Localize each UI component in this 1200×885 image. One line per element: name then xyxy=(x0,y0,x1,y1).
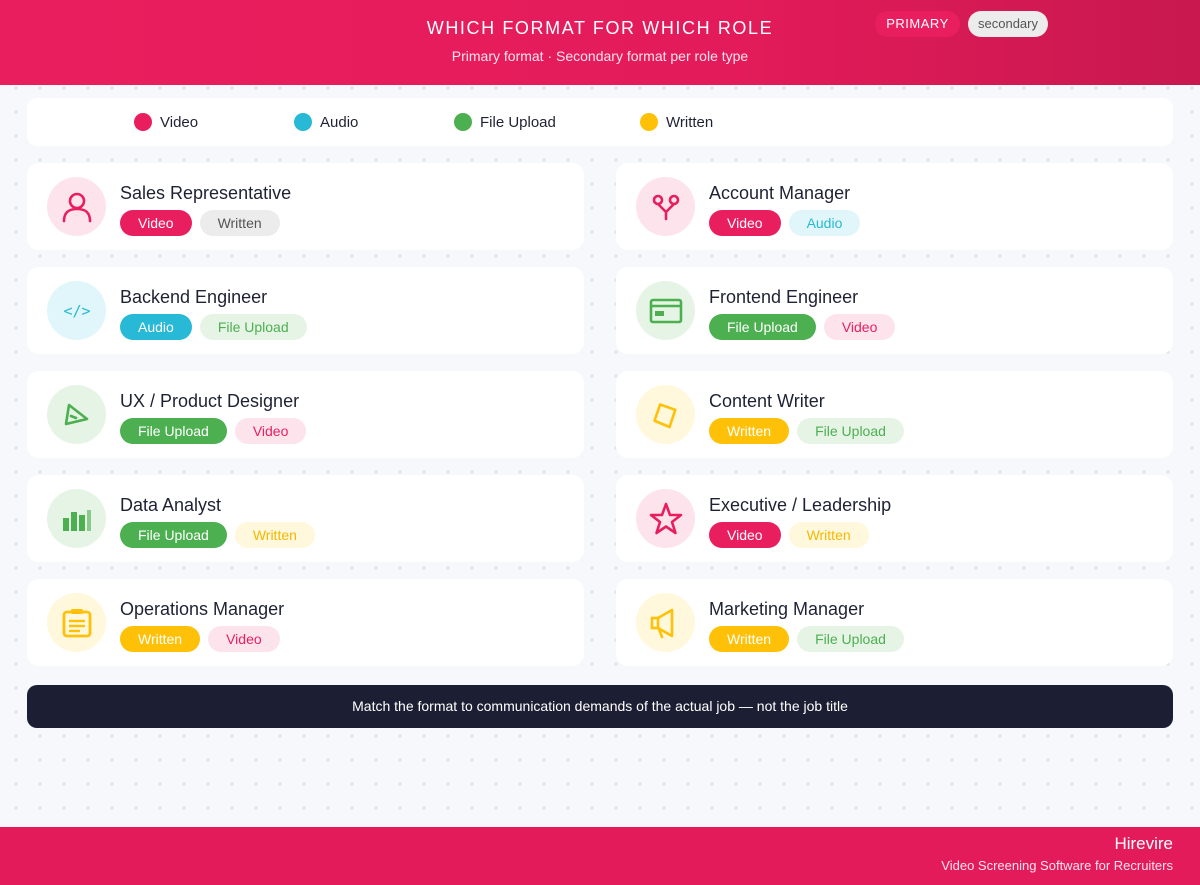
format-tags: Written File Upload xyxy=(709,418,912,444)
secondary-format-tag: File Upload xyxy=(199,314,307,340)
format-tags: Written Video xyxy=(120,626,288,652)
role-name: Account Manager xyxy=(709,183,851,203)
primary-format-tag: File Upload xyxy=(120,418,227,444)
role-name: Content Writer xyxy=(709,391,825,411)
file-upload-dot-icon xyxy=(454,113,472,131)
bar-chart-icon xyxy=(47,489,106,548)
legend-label: Written xyxy=(666,113,714,131)
star-icon xyxy=(636,489,695,548)
primary-format-tag: Audio xyxy=(120,314,192,340)
primary-format-tag: Video xyxy=(709,522,781,548)
code-icon: </> xyxy=(47,281,106,340)
format-tags: Video Written xyxy=(120,210,288,236)
secondary-format-tag: Written xyxy=(199,210,280,236)
role-name: Sales Representative xyxy=(120,183,292,203)
format-tags: Written File Upload xyxy=(709,626,912,652)
role-name: Operations Manager xyxy=(120,599,285,619)
role-name: Executive / Leadership xyxy=(709,495,892,515)
role-card-account-manager: Account Manager Video Audio xyxy=(616,163,1173,250)
pen-tool-icon xyxy=(47,385,106,444)
format-legend: Video Audio File Upload Written xyxy=(27,98,1173,146)
role-name: Backend Engineer xyxy=(120,287,268,307)
format-tags: Video Written xyxy=(709,522,877,548)
secondary-format-tag: Audio xyxy=(788,210,861,236)
primary-format-tag: File Upload xyxy=(709,314,816,340)
format-tags: File Upload Written xyxy=(120,522,323,548)
format-tags: File Upload Video xyxy=(709,314,903,340)
primary-format-tag: Video xyxy=(120,210,192,236)
role-card-operations-manager: Operations Manager Written Video xyxy=(27,579,584,666)
primary-format-tag: Written xyxy=(120,626,201,652)
secondary-format-tag: File Upload xyxy=(797,626,904,652)
brand-bar: Hirevire Video Screening Software for Re… xyxy=(0,827,1200,885)
role-card-marketing-manager: Marketing Manager Written File Upload xyxy=(616,579,1173,666)
role-card-sales-representative: Sales Representative Video Written xyxy=(27,163,584,250)
role-card-executive-leadership: Executive / Leadership Video Written xyxy=(616,475,1173,562)
secondary-format-tag: Video xyxy=(823,314,896,340)
primary-format-tag: File Upload xyxy=(120,522,227,548)
role-name: Marketing Manager xyxy=(709,599,865,619)
role-card-backend-engineer: </> Backend Engineer Audio File Upload xyxy=(27,267,584,354)
secondary-format-tag: File Upload xyxy=(797,418,904,444)
paper-icon xyxy=(636,385,695,444)
page-subtitle: Primary format · Secondary format per ro… xyxy=(451,48,749,64)
format-tags: File Upload Video xyxy=(120,418,314,444)
primary-format-tag: Video xyxy=(709,210,781,236)
person-icon xyxy=(47,177,106,236)
brand-tagline: Video Screening Software for Recruiters xyxy=(941,858,1173,873)
legend-item-audio: Audio xyxy=(294,98,358,146)
video-dot-icon xyxy=(134,113,152,131)
handshake-icon xyxy=(636,177,695,236)
legend-item-video: Video xyxy=(134,98,198,146)
legend-item-file-upload: File Upload xyxy=(454,98,556,146)
browser-window-icon xyxy=(636,281,695,340)
format-tags: Video Audio xyxy=(709,210,868,236)
role-card-frontend-engineer: Frontend Engineer File Upload Video xyxy=(616,267,1173,354)
written-dot-icon xyxy=(640,113,658,131)
primary-key-badge: PRIMARY xyxy=(875,11,960,37)
primary-format-tag: Written xyxy=(709,418,790,444)
role-card-content-writer: Content Writer Written File Upload xyxy=(616,371,1173,458)
secondary-format-tag: Written xyxy=(788,522,869,548)
clipboard-icon xyxy=(47,593,106,652)
legend-item-written: Written xyxy=(640,98,713,146)
legend-label: File Upload xyxy=(480,113,556,131)
secondary-key-badge: secondary xyxy=(968,11,1048,37)
secondary-format-tag: Written xyxy=(234,522,315,548)
megaphone-icon xyxy=(636,593,695,652)
role-card-data-analyst: Data Analyst File Upload Written xyxy=(27,475,584,562)
primary-format-tag: Written xyxy=(709,626,790,652)
role-name: UX / Product Designer xyxy=(120,391,300,411)
role-card-ux-product-designer: UX / Product Designer File Upload Video xyxy=(27,371,584,458)
legend-label: Video xyxy=(160,113,199,131)
secondary-format-tag: Video xyxy=(208,626,280,652)
brand-name: Hirevire xyxy=(1114,834,1173,853)
svg-text:</>: </> xyxy=(63,302,90,320)
secondary-format-tag: Video xyxy=(234,418,307,444)
role-name: Frontend Engineer xyxy=(709,287,859,307)
legend-label: Audio xyxy=(320,113,359,131)
footer-note: Match the format to communication demand… xyxy=(27,685,1173,728)
role-name: Data Analyst xyxy=(120,495,222,515)
format-tags: Audio File Upload xyxy=(120,314,315,340)
audio-dot-icon xyxy=(294,113,312,131)
